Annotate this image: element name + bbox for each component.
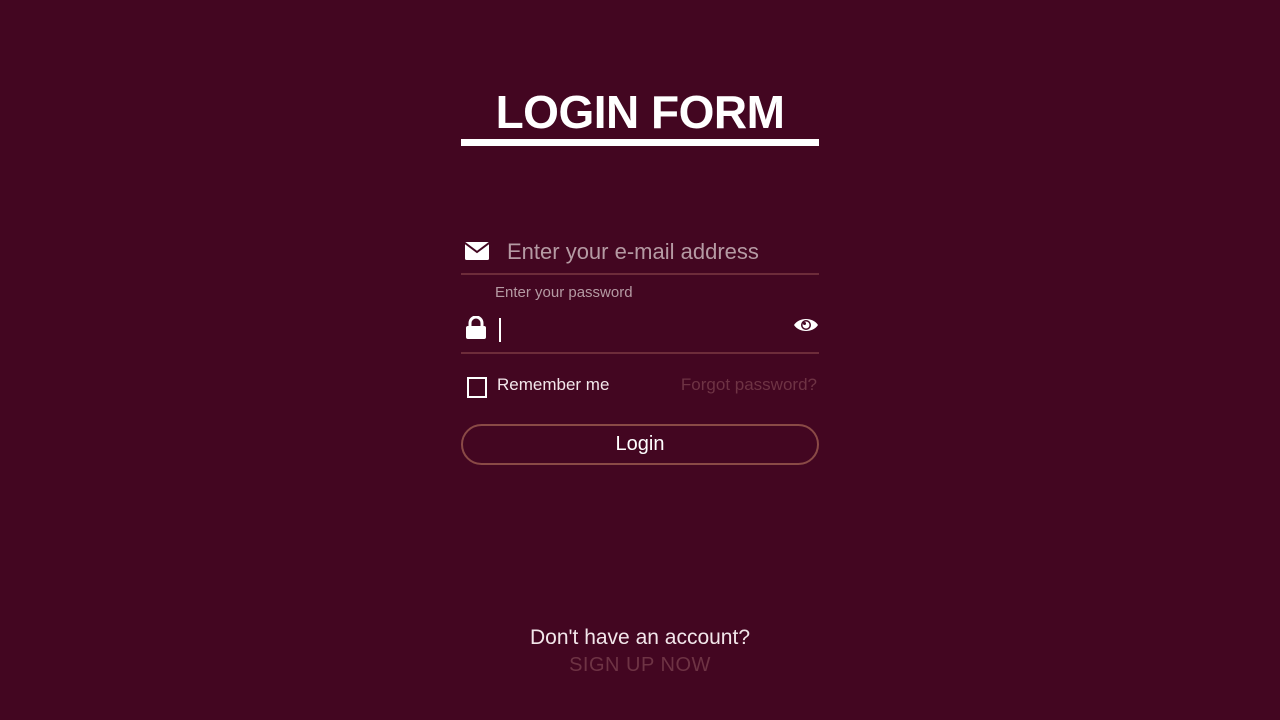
password-input[interactable] (507, 314, 797, 346)
signup-question: Don't have an account? (530, 626, 750, 649)
forgot-password-link[interactable]: Forgot password? (681, 375, 817, 395)
envelope-icon (465, 242, 489, 260)
eye-icon[interactable] (793, 316, 819, 334)
login-button[interactable]: Login (461, 424, 819, 465)
signup-link[interactable]: SIGN UP NOW (569, 654, 711, 677)
lock-icon (466, 316, 486, 339)
text-cursor (499, 318, 501, 342)
remember-me-label[interactable]: Remember me (497, 375, 609, 395)
login-page: LOGIN FORM Enter your password (0, 0, 1280, 720)
remember-me-checkbox[interactable] (467, 376, 487, 398)
email-field[interactable] (461, 228, 819, 275)
signup-prompt: Don't have an account? SIGN UP NOW (0, 624, 1280, 677)
page-title: LOGIN FORM (495, 86, 785, 138)
title-underline (461, 139, 819, 146)
password-field[interactable] (461, 306, 819, 354)
email-input[interactable] (507, 236, 797, 268)
password-label: Enter your password (495, 284, 633, 301)
remember-me-option[interactable]: Remember me (467, 374, 609, 400)
